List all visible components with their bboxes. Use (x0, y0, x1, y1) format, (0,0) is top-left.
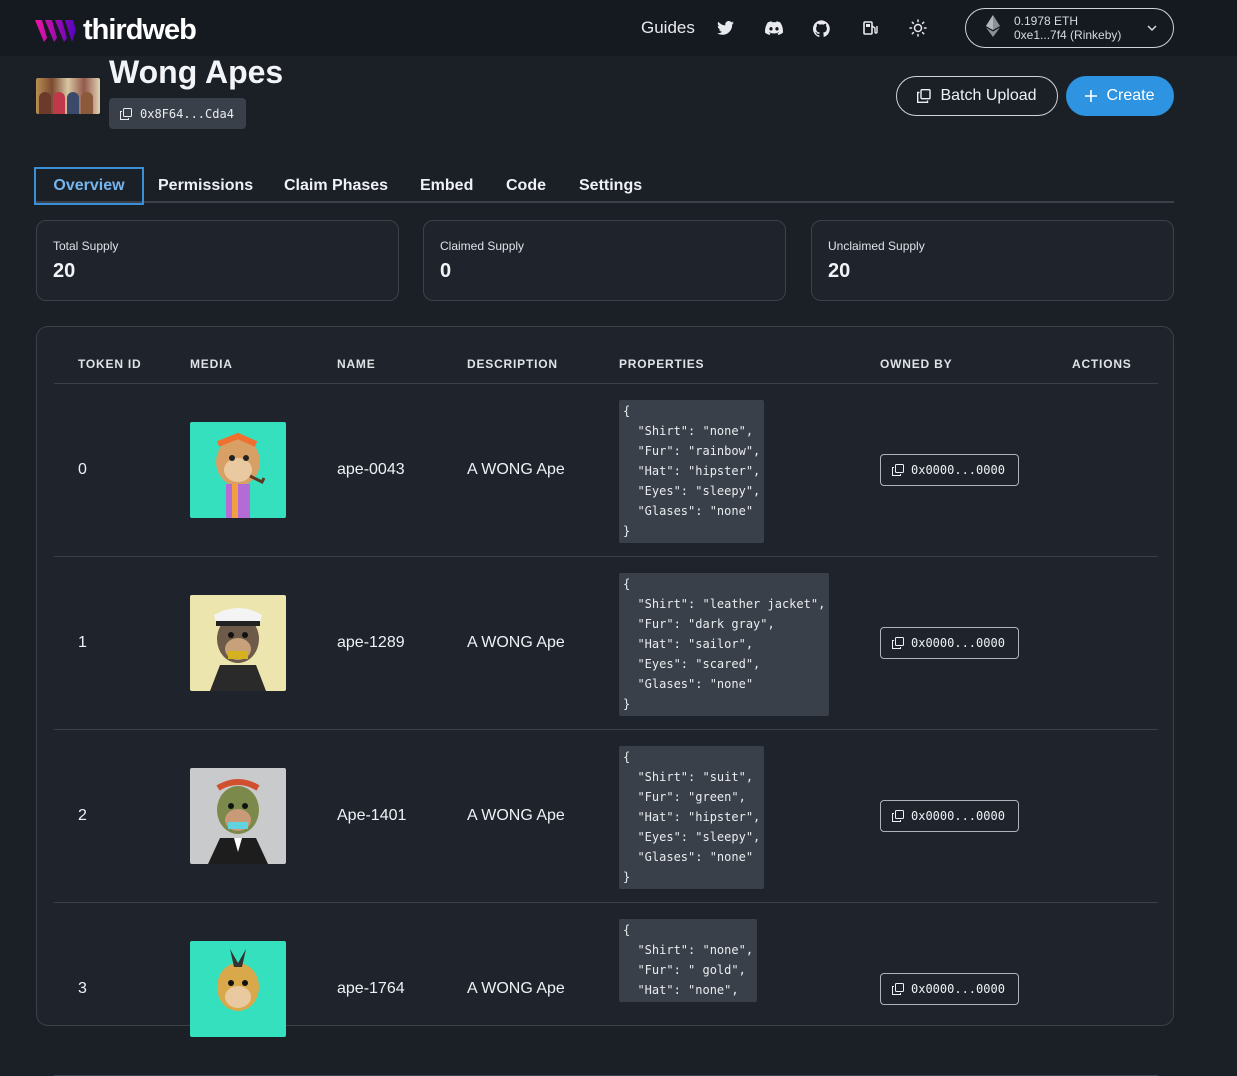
wallet-balance: 0.1978 ETH (1014, 14, 1079, 28)
copy-icon (892, 637, 904, 649)
stat-card-claimed-supply: Claimed Supply 0 (423, 220, 786, 301)
table-header: TOKEN ID MEDIA NAME DESCRIPTION PROPERTI… (54, 327, 1158, 384)
stat-card-total-supply: Total Supply 20 (36, 220, 399, 301)
token-id: 2 (78, 807, 87, 824)
owner-address: 0x0000...0000 (911, 463, 1005, 477)
column-header-token-id[interactable]: TOKEN ID (78, 357, 142, 371)
nft-description: A WONG Ape (467, 807, 565, 824)
column-header-description[interactable]: DESCRIPTION (467, 357, 558, 371)
nft-table: TOKEN ID MEDIA NAME DESCRIPTION PROPERTI… (36, 326, 1174, 1076)
chevron-down-icon (1147, 20, 1157, 41)
tab-claim-phases[interactable]: Claim Phases (284, 168, 388, 203)
github-icon[interactable] (813, 19, 831, 37)
contract-address: 0x8F64...Cda4 (140, 106, 234, 121)
tab-permissions[interactable]: Permissions (158, 168, 253, 203)
table-row[interactable]: 0 ape-0043 A WONG Ape { "Shirt": "none",… (54, 384, 1158, 557)
batch-upload-button[interactable]: Batch Upload (896, 76, 1058, 116)
create-button[interactable]: Create (1066, 76, 1174, 116)
stat-label: Claimed Supply (440, 239, 525, 253)
owner-address-copy-button[interactable]: 0x0000...0000 (880, 454, 1019, 486)
nft-name: ape-1289 (337, 634, 405, 651)
owner-address: 0x0000...0000 (911, 982, 1005, 996)
column-header-actions[interactable]: ACTIONS (1072, 357, 1132, 371)
ape-illustration (216, 432, 266, 518)
nft-name: ape-1764 (337, 980, 405, 997)
column-header-properties[interactable]: PROPERTIES (619, 357, 704, 371)
owner-address: 0x0000...0000 (911, 636, 1005, 650)
column-header-owned-by[interactable]: OWNED BY (880, 357, 952, 371)
stat-label: Unclaimed Supply (828, 239, 925, 253)
nft-media-image (190, 595, 286, 691)
stat-label: Total Supply (53, 239, 119, 253)
table-row[interactable]: 1 ape-1289 A WONG Ape { "Shirt": "leathe… (54, 557, 1158, 730)
nft-properties: { "Shirt": "none", "Fur": " gold", "Hat"… (619, 919, 758, 1002)
nft-properties: { "Shirt": "none", "Fur": "rainbow", "Ha… (619, 400, 765, 543)
stat-value: 20 (53, 260, 76, 282)
nav-guides-link[interactable]: Guides (641, 18, 695, 38)
discord-icon[interactable] (764, 19, 783, 37)
tab-overview[interactable]: Overview (34, 167, 144, 205)
nft-properties: { "Shirt": "suit", "Fur": "green", "Hat"… (619, 746, 765, 889)
thirdweb-logo-icon (35, 19, 76, 42)
nft-media-image (190, 422, 286, 518)
brand-name: thirdweb (83, 14, 197, 46)
plus-icon (1085, 90, 1098, 102)
table-row[interactable]: 2 Ape-1401 A WONG Ape { "Shirt": "suit",… (54, 730, 1158, 903)
ape-illustration (208, 779, 268, 864)
copy-stack-icon (917, 89, 932, 103)
owner-address-copy-button[interactable]: 0x0000...0000 (880, 627, 1019, 659)
wallet-address: 0xe1...7f4 (Rinkeby) (1014, 28, 1122, 42)
token-id: 1 (78, 634, 87, 651)
nft-description: A WONG Ape (467, 634, 565, 651)
copy-icon (892, 983, 904, 995)
page-title: Wong Apes (109, 54, 284, 90)
nft-name: Ape-1401 (337, 807, 407, 824)
token-id: 3 (78, 980, 87, 997)
copy-icon (892, 464, 904, 476)
top-nav: thirdweb Guides 0.1978 ETH 0xe1...7f4 (R… (0, 0, 1237, 56)
stat-card-unclaimed-supply: Unclaimed Supply 20 (811, 220, 1174, 301)
nft-description: A WONG Ape (467, 461, 565, 478)
nft-media-image (190, 768, 286, 864)
wallet-button[interactable]: 0.1978 ETH 0xe1...7f4 (Rinkeby) (965, 8, 1174, 48)
collection-thumbnail (36, 78, 100, 114)
table-row[interactable]: 3 ape-1764 A WONG Ape { "Shirt": "none",… (54, 903, 1158, 1076)
tab-embed[interactable]: Embed (420, 168, 473, 203)
batch-upload-label: Batch Upload (940, 87, 1037, 104)
twitter-icon[interactable] (717, 19, 735, 37)
owner-address-copy-button[interactable]: 0x0000...0000 (880, 800, 1019, 832)
stat-value: 0 (440, 260, 452, 282)
thirdweb-logo[interactable]: thirdweb (35, 14, 197, 47)
copy-icon (892, 810, 904, 822)
create-label: Create (1106, 87, 1155, 104)
nft-media-image (190, 941, 286, 1037)
token-id: 0 (78, 461, 87, 478)
nft-properties: { "Shirt": "leather jacket", "Fur": "dar… (619, 573, 830, 716)
ape-illustration (217, 949, 259, 1011)
ethereum-icon (986, 14, 1000, 42)
contract-address-copy-button[interactable]: 0x8F64...Cda4 (109, 98, 246, 129)
tab-bar: Overview Permissions Claim Phases Embed … (34, 167, 1174, 205)
gas-pump-icon[interactable] (861, 19, 879, 37)
nft-name: ape-0043 (337, 461, 405, 478)
wallet-info: 0.1978 ETH 0xe1...7f4 (Rinkeby) (1014, 14, 1121, 42)
tab-settings[interactable]: Settings (579, 168, 642, 203)
stat-value: 20 (828, 260, 851, 282)
copy-icon (120, 107, 132, 120)
sun-icon[interactable] (909, 19, 927, 37)
ape-illustration (210, 608, 266, 691)
column-header-media[interactable]: MEDIA (190, 357, 233, 371)
nav-links: Guides (641, 0, 957, 56)
tab-code[interactable]: Code (506, 168, 546, 203)
column-header-name[interactable]: NAME (337, 357, 376, 371)
owner-address: 0x0000...0000 (911, 809, 1005, 823)
owner-address-copy-button[interactable]: 0x0000...0000 (880, 973, 1019, 1005)
nft-description: A WONG Ape (467, 980, 565, 997)
